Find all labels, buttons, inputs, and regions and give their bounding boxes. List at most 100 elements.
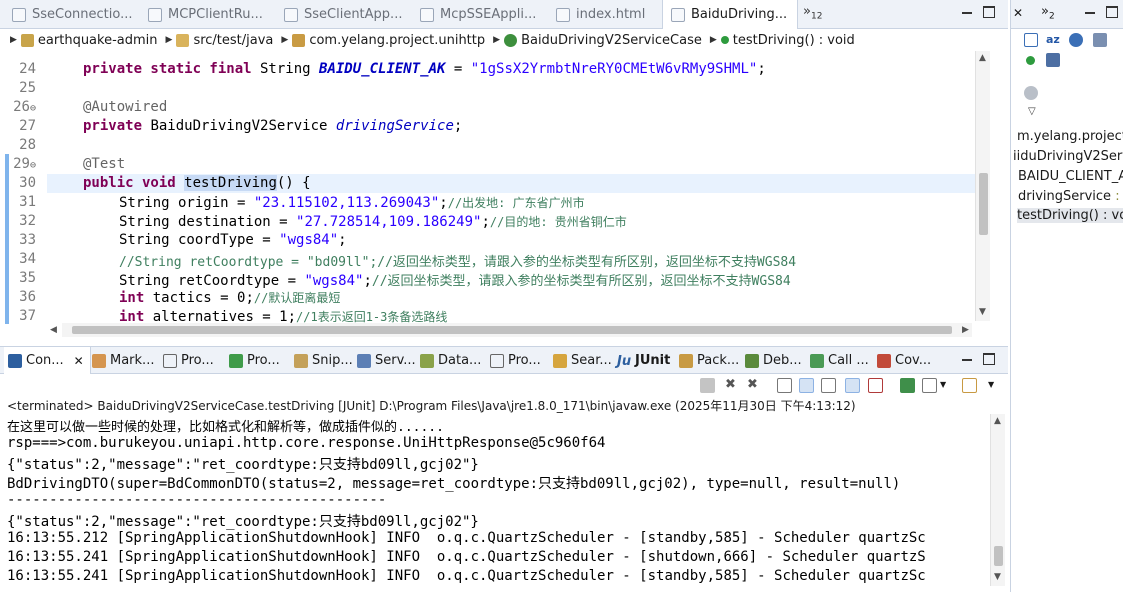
scroll-down-arrow-icon[interactable]: ▼ <box>994 572 1001 582</box>
console-icon <box>8 353 22 368</box>
outline-item-package[interactable]: m.yelang.project.u <box>1017 129 1123 144</box>
outline-item-field[interactable]: BAIDU_CLIENT_AK <box>1018 169 1123 184</box>
breadcrumb-item-method[interactable]: ▶ testDriving() : void <box>710 33 855 48</box>
console-line: rsp===>com.burukeyou.uniapi.http.core.re… <box>7 435 606 451</box>
triangle-right-icon: ▶ <box>10 35 17 45</box>
scroll-up-arrow-icon[interactable]: ▲ <box>994 416 1001 426</box>
collapse-all-icon[interactable] <box>1024 33 1038 47</box>
tab-snippets[interactable]: Snip... <box>294 347 353 374</box>
close-icon[interactable]: ✕ <box>1013 6 1023 20</box>
scrollbar-thumb[interactable] <box>979 173 988 235</box>
scroll-left-arrow-icon[interactable]: ◀ <box>50 325 57 335</box>
breadcrumb-item-package[interactable]: ▶ com.yelang.project.unihttp <box>281 33 485 48</box>
minimize-button[interactable] <box>1083 4 1097 18</box>
hide-static-icon[interactable] <box>1093 33 1107 47</box>
open-console-icon[interactable] <box>962 378 977 393</box>
remove-all-terminated-icon[interactable]: ✖ <box>745 378 760 393</box>
console-line: 16:13:55.241 [SpringApplicationShutdownH… <box>7 568 926 584</box>
scroll-lock-icon[interactable] <box>799 378 814 393</box>
maximize-button[interactable] <box>982 4 996 18</box>
show-console-on-error-icon[interactable] <box>868 378 883 393</box>
editor-tab[interactable]: SseClientApp... <box>276 0 412 29</box>
debug-icon <box>745 353 759 368</box>
tab-servers[interactable]: Serv... <box>357 347 416 374</box>
breadcrumb-label: testDriving() : void <box>732 32 855 48</box>
triangle-right-icon: ▶ <box>165 35 173 45</box>
tab-console[interactable]: Con... ✕ <box>4 347 91 374</box>
java-file-icon <box>12 7 26 22</box>
minimize-button[interactable] <box>960 351 974 365</box>
breadcrumb-item-project[interactable]: ▶ earthquake-admin <box>10 33 158 48</box>
line-number: 25 <box>19 80 36 96</box>
fold-icon[interactable]: ⊖ <box>30 103 36 114</box>
fold-icon[interactable]: ⊖ <box>30 160 36 171</box>
tab-coverage[interactable]: Cov... <box>877 347 931 374</box>
scrollbar-thumb[interactable] <box>994 546 1003 566</box>
tab-search[interactable]: Sear... <box>553 347 612 374</box>
code-line: String coordType = "wgs84"; <box>119 232 347 248</box>
scrollbar-thumb[interactable] <box>72 326 952 334</box>
tab-junit[interactable]: Ju JUnit <box>617 347 670 374</box>
console-vertical-scrollbar[interactable]: ▲ ▼ <box>990 414 1005 586</box>
outline-item-class[interactable]: iiduDrivingV2Servic <box>1013 149 1123 164</box>
tab-progress[interactable]: Pro... <box>229 347 280 374</box>
close-icon[interactable]: ✕ <box>74 354 84 368</box>
editor-horizontal-scrollbar[interactable]: ◀ ▶ <box>50 323 972 337</box>
minimize-button[interactable] <box>960 4 974 18</box>
link-editor-icon[interactable] <box>1024 86 1038 100</box>
triangle-right-icon: ▶ <box>281 35 289 45</box>
tab-package-explorer[interactable]: Pack... <box>679 347 739 374</box>
breadcrumb-label: src/test/java <box>193 32 274 48</box>
breadcrumb-label: com.yelang.project.unihttp <box>309 32 486 48</box>
java-file-icon <box>420 7 434 22</box>
show-console-on-output-icon[interactable] <box>845 378 860 393</box>
terminate-icon[interactable] <box>700 378 715 393</box>
editor-tab-bar: SseConnectio... MCPClientRu... SseClient… <box>0 0 1008 29</box>
breadcrumb-item-class[interactable]: ▶ BaiduDrivingV2ServiceCase <box>493 33 702 48</box>
console-line: 16:13:55.241 [SpringApplicationShutdownH… <box>7 549 926 565</box>
clear-console-icon[interactable] <box>777 378 792 393</box>
view-menu-icon[interactable]: ▼ <box>988 380 994 389</box>
outline-item-method[interactable]: testDriving() : void <box>1017 208 1123 223</box>
hide-local-types-icon[interactable] <box>1046 53 1060 67</box>
remove-launch-icon[interactable]: ✖ <box>723 378 738 393</box>
code-line: int alternatives = 1;//1表示返回1-3条备选路线 <box>119 309 448 324</box>
sort-icon[interactable]: az <box>1046 33 1060 47</box>
outline-item-field[interactable]: drivingService : Ba <box>1018 189 1123 204</box>
editor-tab-active[interactable]: BaiduDriving... ✕ <box>662 0 798 29</box>
view-menu-chevron-icon[interactable]: ▽ <box>1028 106 1036 117</box>
breadcrumb-item-source[interactable]: ▶ src/test/java <box>166 33 274 48</box>
chevron-down-icon[interactable]: ▼ <box>940 380 946 389</box>
tab-debug[interactable]: Deb... <box>745 347 802 374</box>
maximize-button[interactable] <box>1105 4 1119 18</box>
console-output[interactable]: 在这里可以做一些时候的处理，比如格式化和解析等，做成插件似的...... rsp… <box>0 414 990 592</box>
line-number: 31 <box>19 194 36 210</box>
code-editor[interactable]: 24 25 26⊖ 27 28 29⊖ 30 31 32 33 34 35 36… <box>0 51 990 324</box>
tab-label: JUnit <box>635 353 671 368</box>
scroll-down-arrow-icon[interactable]: ▼ <box>979 307 986 317</box>
tab-data-source[interactable]: Data... <box>420 347 481 374</box>
hide-fields-icon[interactable] <box>1069 33 1083 47</box>
tab-problems[interactable]: Pro... <box>490 347 541 374</box>
editor-tab[interactable]: SseConnectio... <box>4 0 140 29</box>
editor-vertical-scrollbar[interactable]: ▲ ▼ <box>975 51 990 321</box>
hide-nonpublic-icon[interactable] <box>1026 56 1035 65</box>
editor-tab[interactable]: McpSSEAppli... <box>412 0 548 29</box>
word-wrap-icon[interactable] <box>821 378 836 393</box>
tab-markers[interactable]: Mark... <box>92 347 154 374</box>
console-line: ----------------------------------------… <box>7 492 387 508</box>
line-number: 36 <box>19 289 36 305</box>
code-line: String retCoordtype = "wgs84";//返回坐标类型，请… <box>119 273 791 289</box>
tab-overflow-button[interactable]: »12 <box>803 4 822 22</box>
tab-overflow-count: 12 <box>810 11 823 22</box>
tab-call-hierarchy[interactable]: Call ... <box>810 347 869 374</box>
scroll-up-arrow-icon[interactable]: ▲ <box>979 53 986 63</box>
chevron-double-right-icon[interactable]: »2 <box>1041 4 1055 22</box>
tab-properties[interactable]: Pro... <box>163 347 214 374</box>
editor-tab[interactable]: MCPClientRu... <box>140 0 276 29</box>
display-selected-console-icon[interactable] <box>922 378 937 393</box>
maximize-button[interactable] <box>982 351 996 365</box>
pin-console-icon[interactable] <box>900 378 915 393</box>
scroll-right-arrow-icon[interactable]: ▶ <box>962 325 969 335</box>
editor-tab[interactable]: index.html <box>548 0 662 29</box>
